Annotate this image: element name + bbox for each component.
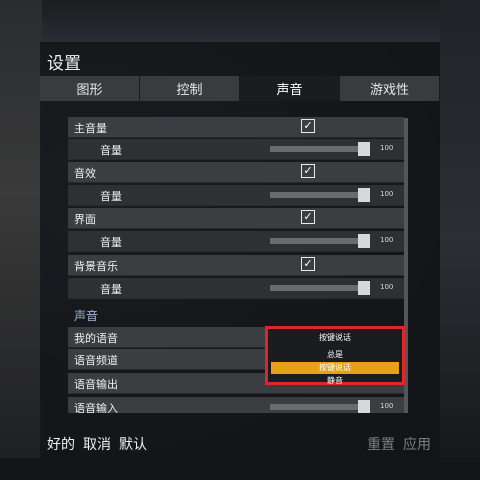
setting-label: 背景音乐 bbox=[74, 260, 118, 273]
volume-value: 100 bbox=[380, 236, 394, 244]
volume-value: 100 bbox=[380, 402, 394, 410]
voice-mode-dropdown[interactable]: 按键说话 总是 按键说话 静音 bbox=[265, 326, 405, 385]
background-left bbox=[0, 0, 42, 480]
checkbox-master[interactable]: ✓ bbox=[301, 119, 315, 133]
footer-actions-right: 重置 应用 bbox=[367, 434, 431, 454]
volume-row-interface[interactable]: 音量 100 bbox=[68, 231, 404, 252]
dropdown-option-highlighted[interactable]: 按键说话 bbox=[271, 362, 399, 374]
voice-label: 语音频道 bbox=[74, 354, 118, 367]
volume-row-master[interactable]: 音量 100 bbox=[68, 139, 404, 160]
tab-sound[interactable]: 声音 bbox=[240, 76, 340, 101]
slider-handle[interactable] bbox=[358, 142, 370, 156]
volume-label: 音量 bbox=[100, 190, 122, 203]
volume-label: 音量 bbox=[100, 283, 122, 296]
reset-button[interactable]: 重置 bbox=[367, 434, 395, 454]
volume-row-effects[interactable]: 音量 100 bbox=[68, 185, 404, 206]
tab-graphics[interactable]: 图形 bbox=[40, 76, 140, 101]
default-button[interactable]: 默认 bbox=[119, 434, 147, 454]
tab-gameplay[interactable]: 游戏性 bbox=[340, 76, 440, 101]
checkbox-effects[interactable]: ✓ bbox=[301, 164, 315, 178]
setting-row-master[interactable]: 主音量 ✓ bbox=[68, 117, 404, 138]
dropdown-current-value[interactable]: 按键说话 bbox=[271, 332, 399, 344]
tab-controls[interactable]: 控制 bbox=[140, 76, 240, 101]
volume-value: 100 bbox=[380, 144, 394, 152]
footer-actions-left: 好的 取消 默认 bbox=[47, 434, 147, 454]
window-title: 设置 bbox=[47, 54, 81, 74]
setting-row-effects[interactable]: 音效 ✓ bbox=[68, 162, 404, 183]
volume-slider[interactable] bbox=[270, 285, 366, 291]
volume-slider[interactable] bbox=[270, 146, 366, 152]
setting-row-interface[interactable]: 界面 ✓ bbox=[68, 208, 404, 229]
setting-label: 音效 bbox=[74, 167, 96, 180]
checkbox-interface[interactable]: ✓ bbox=[301, 210, 315, 224]
volume-label: 音量 bbox=[100, 236, 122, 249]
cancel-button[interactable]: 取消 bbox=[83, 434, 111, 454]
background-right bbox=[440, 0, 480, 480]
slider-handle[interactable] bbox=[358, 234, 370, 248]
volume-slider[interactable] bbox=[270, 238, 366, 244]
apply-button[interactable]: 应用 bbox=[403, 434, 431, 454]
dropdown-option[interactable]: 静音 bbox=[271, 375, 399, 387]
dropdown-option[interactable]: 总是 bbox=[271, 349, 399, 361]
volume-value: 100 bbox=[380, 190, 394, 198]
setting-row-music[interactable]: 背景音乐 ✓ bbox=[68, 255, 404, 276]
slider-handle[interactable] bbox=[358, 281, 370, 295]
tab-bar: 图形 控制 声音 游戏性 bbox=[40, 76, 440, 101]
slider-handle[interactable] bbox=[358, 400, 370, 413]
volume-slider[interactable] bbox=[270, 192, 366, 198]
volume-value: 100 bbox=[380, 283, 394, 291]
voice-label: 我的语音 bbox=[74, 332, 118, 345]
checkbox-music[interactable]: ✓ bbox=[301, 257, 315, 271]
ok-button[interactable]: 好的 bbox=[47, 434, 75, 454]
voice-row-input[interactable]: 语音输入 100 bbox=[68, 397, 404, 413]
volume-label: 音量 bbox=[100, 144, 122, 157]
background-top bbox=[0, 0, 480, 42]
volume-slider[interactable] bbox=[270, 404, 366, 410]
slider-handle[interactable] bbox=[358, 188, 370, 202]
voice-label: 语音输出 bbox=[74, 378, 118, 391]
setting-label: 主音量 bbox=[74, 122, 107, 135]
setting-label: 界面 bbox=[74, 213, 96, 226]
section-title-voice: 声音 bbox=[74, 309, 99, 323]
volume-row-music[interactable]: 音量 100 bbox=[68, 278, 404, 299]
voice-label: 语音输入 bbox=[74, 402, 118, 413]
